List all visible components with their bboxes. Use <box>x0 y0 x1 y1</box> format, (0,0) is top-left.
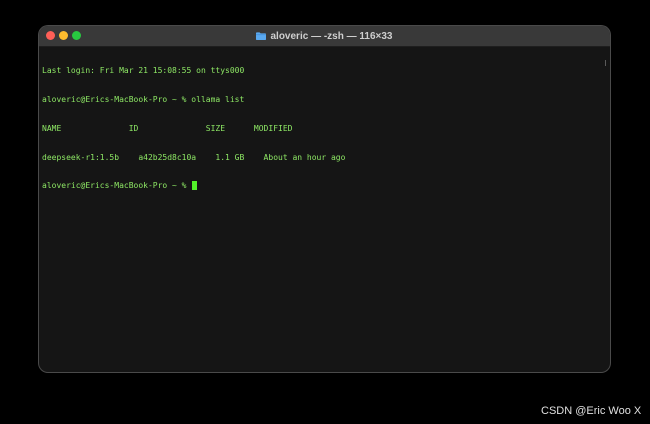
terminal-output[interactable]: Last login: Fri Mar 21 15:08:55 on ttys0… <box>42 47 604 369</box>
prompt-line[interactable]: aloveric@Erics-MacBook-Pro ~ % <box>42 181 604 191</box>
window-titlebar[interactable]: aloveric — -zsh — 116×33 <box>39 26 610 47</box>
terminal-prompt: aloveric@Erics-MacBook-Pro ~ % <box>42 181 192 191</box>
window-title: aloveric — -zsh — 116×33 <box>270 30 393 42</box>
terminal-line: deepseek-r1:1.5b a42b25d8c10a 1.1 GB Abo… <box>42 152 346 162</box>
terminal-line: NAME ID SIZE MODIFIED <box>42 123 293 133</box>
folder-icon <box>256 32 267 40</box>
terminal-line: aloveric@Erics-MacBook-Pro ~ % ollama li… <box>42 94 245 104</box>
watermark: CSDN @Eric Woo X <box>541 405 642 417</box>
terminal-line: Last login: Fri Mar 21 15:08:55 on ttys0… <box>42 66 245 76</box>
window-title-area: aloveric — -zsh — 116×33 <box>39 26 610 46</box>
terminal-window[interactable]: aloveric — -zsh — 116×33 Last login: Fri… <box>39 26 610 372</box>
text-cursor <box>192 181 198 191</box>
desktop-background: aloveric — -zsh — 116×33 Last login: Fri… <box>0 0 650 424</box>
ibeam-cursor-icon <box>605 60 606 66</box>
